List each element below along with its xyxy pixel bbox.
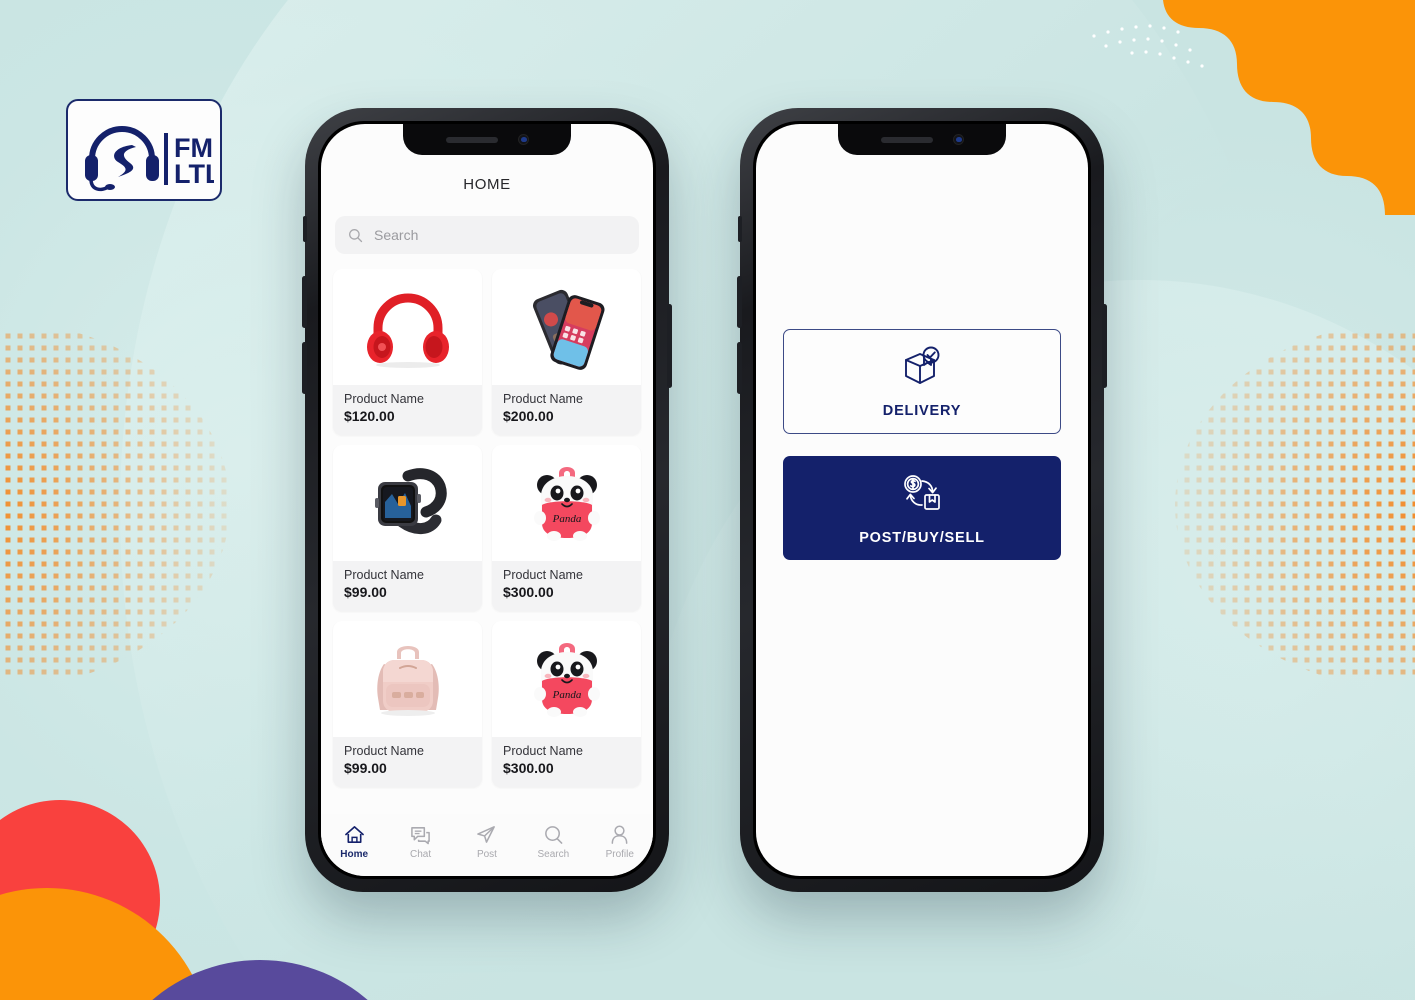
post-buy-sell-label: POST/BUY/SELL bbox=[859, 529, 985, 546]
tab-label: Search bbox=[537, 849, 570, 860]
phone-notch bbox=[838, 124, 1006, 155]
search-placeholder: Search bbox=[374, 227, 419, 243]
volume-up-button[interactable] bbox=[737, 276, 742, 328]
product-name: Product Name bbox=[503, 744, 583, 758]
tab-profile[interactable]: Profile bbox=[592, 824, 648, 860]
power-button[interactable] bbox=[667, 304, 672, 388]
logo-text-ltl: LTL bbox=[174, 159, 214, 189]
phone-notch bbox=[403, 124, 571, 155]
tab-search[interactable]: Search bbox=[525, 824, 581, 860]
speaker-grille bbox=[880, 136, 933, 143]
product-card[interactable]: Product Name $120.00 bbox=[333, 269, 482, 435]
silent-switch[interactable] bbox=[738, 216, 742, 242]
product-price: $99.00 bbox=[344, 760, 387, 776]
actions-screen: DELIVERY POST/BUY/SELL bbox=[756, 124, 1088, 876]
halftone-pattern-right bbox=[1175, 330, 1415, 675]
product-card[interactable]: Panda Product Name $300.00 bbox=[492, 445, 641, 611]
product-image-smartphones bbox=[492, 269, 641, 385]
delivery-label: DELIVERY bbox=[882, 403, 962, 419]
product-grid: Product Name $120.00 Product Name $200.0… bbox=[333, 269, 641, 787]
search-icon bbox=[544, 826, 563, 844]
action-button-group: DELIVERY POST/BUY/SELL bbox=[756, 329, 1088, 560]
tab-label: Post bbox=[476, 849, 497, 860]
bottom-navigation: Home Chat Post Search Profile bbox=[321, 814, 653, 876]
product-name: Product Name bbox=[344, 744, 424, 758]
headset-road-logo-icon: FM LTL bbox=[85, 126, 214, 192]
product-image-smartwatch bbox=[333, 445, 482, 561]
product-name: Product Name bbox=[344, 568, 424, 582]
product-image-pink-backpack bbox=[333, 621, 482, 737]
volume-up-button[interactable] bbox=[302, 276, 307, 328]
person-icon bbox=[611, 825, 628, 844]
product-price: $120.00 bbox=[344, 408, 395, 424]
coin-box-swap-icon bbox=[904, 474, 940, 510]
search-input[interactable]: Search bbox=[335, 216, 639, 254]
send-icon bbox=[477, 826, 496, 843]
product-image-panda-backpack: Panda bbox=[492, 445, 641, 561]
home-icon bbox=[344, 826, 364, 843]
post-buy-sell-button[interactable]: POST/BUY/SELL bbox=[783, 456, 1061, 560]
svg-text:Panda: Panda bbox=[551, 513, 581, 525]
product-name: Product Name bbox=[503, 392, 583, 406]
search-icon bbox=[349, 228, 363, 242]
product-name: Product Name bbox=[503, 568, 583, 582]
page-title: HOME bbox=[463, 176, 511, 193]
product-price: $300.00 bbox=[503, 584, 554, 600]
speaker-grille bbox=[445, 136, 498, 143]
chat-icon bbox=[411, 827, 430, 845]
tab-label: Chat bbox=[410, 849, 432, 860]
volume-down-button[interactable] bbox=[302, 342, 307, 394]
svg-text:Panda: Panda bbox=[551, 689, 581, 701]
halftone-pattern-left bbox=[0, 330, 230, 675]
product-image-red-headphones bbox=[333, 269, 482, 385]
front-camera-icon bbox=[952, 134, 964, 145]
product-price: $300.00 bbox=[503, 760, 554, 776]
product-card[interactable]: Product Name $200.00 bbox=[492, 269, 641, 435]
volume-down-button[interactable] bbox=[737, 342, 742, 394]
box-check-icon bbox=[905, 346, 940, 384]
front-camera-icon bbox=[517, 134, 529, 145]
tab-chat[interactable]: Chat bbox=[393, 824, 449, 860]
product-name: Product Name bbox=[344, 392, 424, 406]
product-card[interactable]: Product Name $99.00 bbox=[333, 621, 482, 787]
white-dot-sprinkle bbox=[1092, 24, 1204, 68]
home-screen: HOME Search Product Name $120.00 Product… bbox=[321, 124, 653, 876]
tab-post[interactable]: Post bbox=[459, 824, 515, 860]
phone-mockup-actions: DELIVERY POST/BUY/SELL bbox=[737, 108, 1107, 892]
brand-logo: FM LTL bbox=[66, 99, 222, 201]
delivery-button[interactable]: DELIVERY bbox=[783, 329, 1061, 434]
phone-mockup-home: HOME Search Product Name $120.00 Product… bbox=[302, 108, 672, 892]
product-price: $99.00 bbox=[344, 584, 387, 600]
product-card[interactable]: Product Name $99.00 bbox=[333, 445, 482, 611]
power-button[interactable] bbox=[1102, 304, 1107, 388]
tab-label: Home bbox=[340, 849, 369, 860]
tab-home[interactable]: Home bbox=[326, 824, 382, 860]
product-card[interactable]: Panda Product Name $300.00 bbox=[492, 621, 641, 787]
product-price: $200.00 bbox=[503, 408, 554, 424]
tab-label: Profile bbox=[605, 849, 634, 860]
product-image-panda-backpack: Panda bbox=[492, 621, 641, 737]
silent-switch[interactable] bbox=[303, 216, 307, 242]
